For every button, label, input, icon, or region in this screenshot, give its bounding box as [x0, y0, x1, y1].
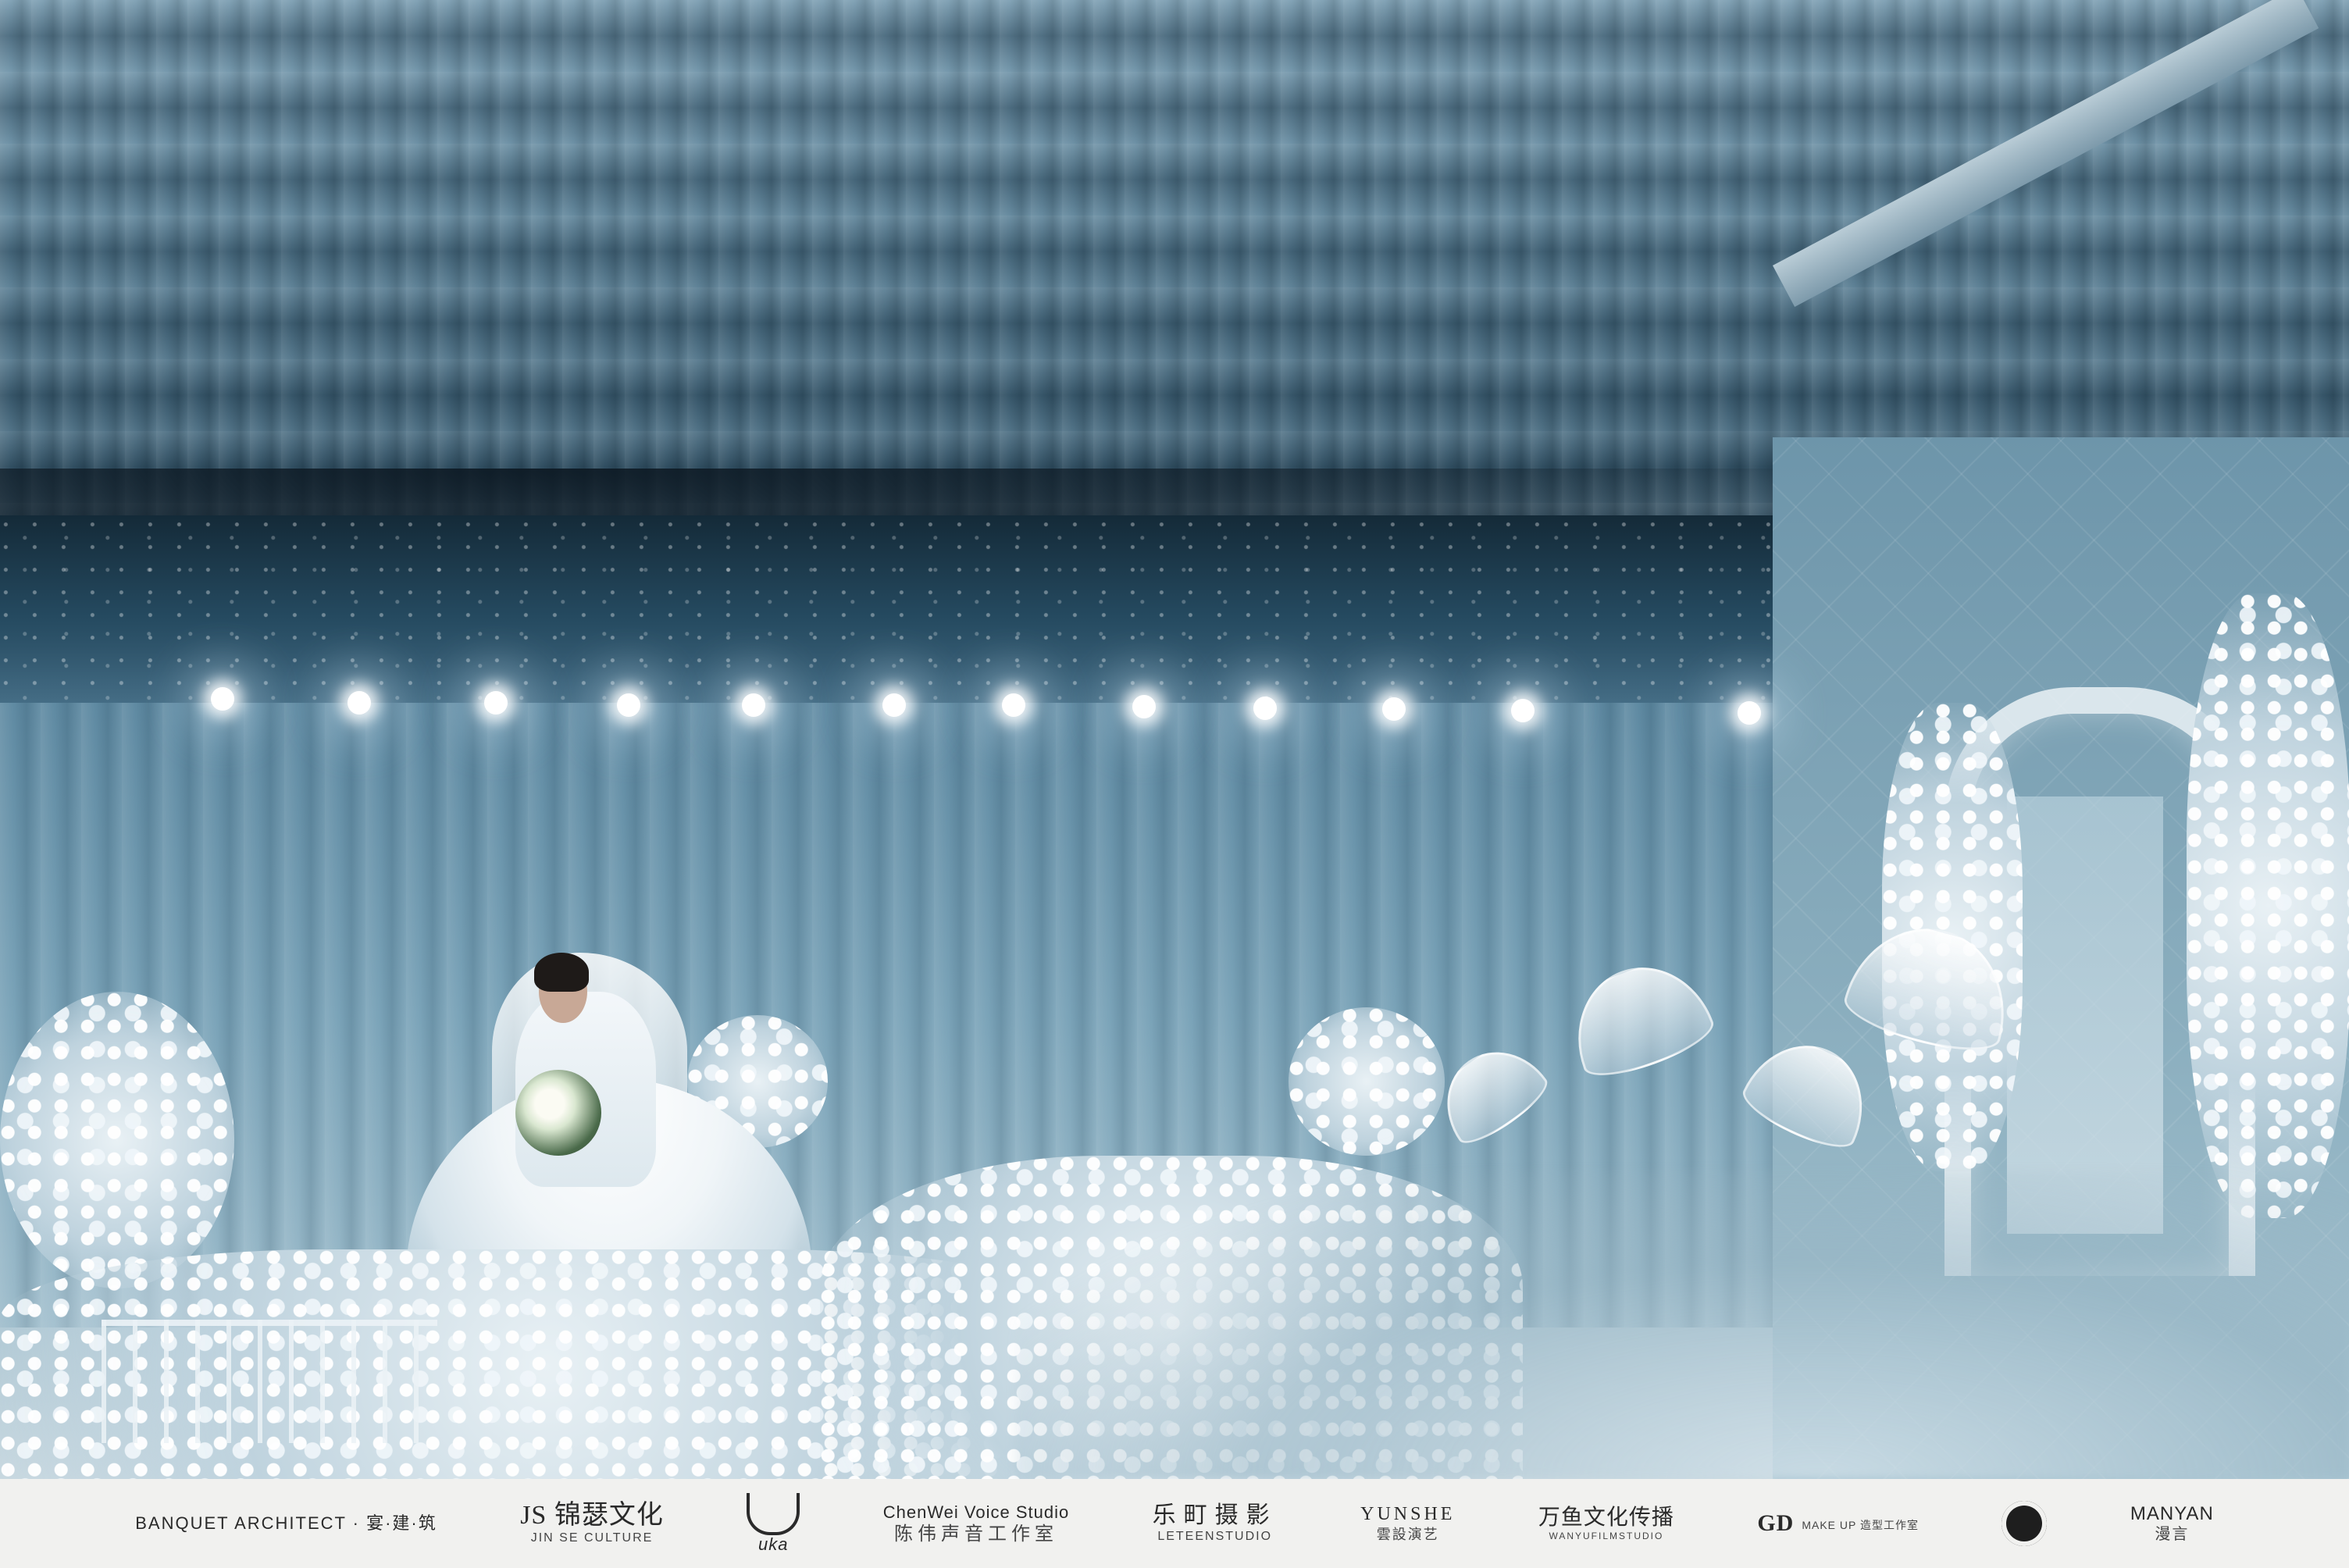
wedding-photo — [0, 0, 2349, 1479]
logo-subtext: MAKE UP 造型工作室 — [1802, 1518, 1919, 1531]
starry-light-band — [0, 515, 1796, 718]
white-railing — [102, 1320, 437, 1443]
stage-light — [617, 693, 640, 717]
logo-text: JS 锦瑟文化 — [520, 1500, 664, 1530]
flower-tree — [0, 992, 234, 1288]
logo-uka: uka — [747, 1493, 800, 1555]
stage-light — [211, 687, 234, 711]
logo-text: uka — [758, 1534, 789, 1555]
stage-light — [484, 691, 508, 715]
logo-yunshe: YUNSHE 雲設演艺 — [1360, 1503, 1456, 1543]
logo-gd: GD MAKE UP 造型工作室 — [1757, 1511, 1919, 1536]
stage-light — [1511, 699, 1535, 722]
stage-light — [348, 691, 371, 715]
logo-subtext: JIN SE CULTURE — [530, 1531, 654, 1545]
logo-text: 乐町摄影 — [1152, 1502, 1278, 1528]
blurred-foreground-blossoms — [1015, 1171, 2349, 1479]
logo-jinse: JS 锦瑟文化 JIN SE CULTURE — [520, 1502, 664, 1545]
stage-light — [1132, 695, 1156, 718]
stage-light — [882, 693, 906, 717]
arch-window — [2007, 796, 2163, 1234]
logo-leting: 乐町摄影 LETEENSTUDIO — [1153, 1503, 1278, 1544]
uka-logo-icon — [747, 1493, 800, 1536]
logo-subtext: 雲設演艺 — [1376, 1527, 1439, 1543]
logo-text: BANQUET ARCHITECT · 宴·建·筑 — [135, 1513, 437, 1534]
seal-logo-icon — [2001, 1501, 2048, 1546]
stage-light — [742, 693, 765, 717]
bridal-bouquet — [515, 1070, 601, 1156]
logo-text: MANYAN — [2130, 1502, 2214, 1524]
stage-light — [1002, 693, 1025, 717]
bride-hair — [534, 953, 589, 992]
logo-subtext: WANYUFILMSTUDIO — [1549, 1531, 1664, 1542]
logo-subtext: LETEENSTUDIO — [1157, 1530, 1273, 1544]
logo-text: 万鱼文化传播 — [1538, 1505, 1674, 1529]
stage-light — [1738, 701, 1761, 725]
sponsor-logo-strip: BANQUET ARCHITECT · 宴·建·筑 JS 锦瑟文化 JIN SE… — [0, 1479, 2349, 1568]
logo-subtext: 漫言 — [2155, 1526, 2190, 1544]
logo-chenwei: ChenWei Voice Studio 陈伟声音工作室 — [883, 1503, 1070, 1544]
logo-text: GD — [1757, 1510, 1795, 1537]
logo-banquet-architect: BANQUET ARCHITECT · 宴·建·筑 — [135, 1514, 437, 1532]
flower-centerpiece — [1289, 1007, 1445, 1156]
stage-light — [1253, 697, 1277, 720]
logo-seal — [2001, 1501, 2048, 1546]
logo-text: ChenWei Voice Studio — [882, 1502, 1070, 1522]
logo-manyan: MANYAN 漫言 — [2130, 1504, 2214, 1543]
logo-wanyu: 万鱼文化传播 WANYUFILMSTUDIO — [1538, 1506, 1674, 1541]
flower-column — [2187, 593, 2349, 1218]
logo-text: YUNSHE — [1360, 1503, 1456, 1524]
logo-subtext: 陈伟声音工作室 — [893, 1523, 1058, 1545]
stage-light — [1382, 697, 1406, 721]
